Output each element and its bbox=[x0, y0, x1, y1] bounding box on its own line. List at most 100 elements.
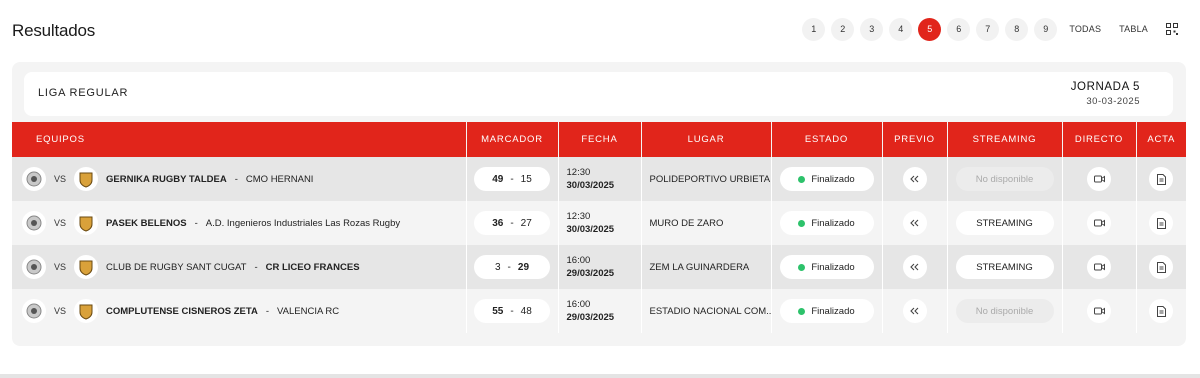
page-button-8[interactable]: 8 bbox=[1005, 17, 1029, 41]
status-cell: Finalizado bbox=[770, 201, 882, 245]
home-team-name[interactable]: PASEK BELENOS bbox=[106, 218, 187, 229]
match-venue: POLIDEPORTIVO URBIETA bbox=[649, 173, 771, 185]
video-camera-icon bbox=[1093, 175, 1105, 183]
live-video-button[interactable] bbox=[1087, 211, 1111, 235]
document-icon bbox=[1156, 305, 1166, 317]
col-header-estado: ESTADO bbox=[770, 122, 882, 157]
live-video-button[interactable] bbox=[1087, 299, 1111, 323]
double-chevron-left-icon bbox=[910, 219, 919, 227]
acta-document-button[interactable] bbox=[1149, 255, 1174, 279]
team-separator: - bbox=[194, 217, 198, 229]
page-button-3[interactable]: 3 bbox=[860, 17, 884, 41]
streaming-cell: No disponible bbox=[946, 157, 1062, 201]
match-time: 12:30 bbox=[566, 211, 591, 222]
preview-button[interactable] bbox=[902, 299, 927, 323]
teams-cell: VS COMPLUTENSE CISNEROS ZETA - VALENCIA … bbox=[12, 289, 466, 333]
acta-document-button[interactable] bbox=[1149, 299, 1174, 323]
versus-label: VS bbox=[54, 306, 67, 316]
page-button-6[interactable]: 6 bbox=[947, 17, 971, 41]
match-date: 30/03/2025 bbox=[566, 180, 615, 191]
col-header-streaming: STREAMING bbox=[946, 122, 1062, 157]
jornada-label: JORNADA 5 bbox=[1070, 81, 1140, 93]
document-icon bbox=[1156, 217, 1166, 229]
score-separator: - bbox=[510, 217, 514, 229]
score-pill: 36 - 27 bbox=[474, 211, 550, 235]
status-cell: Finalizado bbox=[770, 157, 882, 201]
preview-button[interactable] bbox=[902, 211, 927, 235]
round-pager: 1 2 3 4 5 6 7 8 9 TODAS TABLA bbox=[802, 17, 1183, 41]
home-score: 36 bbox=[492, 217, 504, 229]
page-button-7[interactable]: 7 bbox=[976, 17, 1000, 41]
away-team-name[interactable]: A.D. Ingenieros Industriales Las Rozas R… bbox=[206, 218, 400, 229]
home-team-logo-icon bbox=[22, 167, 46, 191]
score-separator: - bbox=[507, 261, 511, 273]
versus-label: VS bbox=[54, 262, 67, 272]
status-badge: Finalizado bbox=[779, 211, 874, 235]
score-cell: 49 - 15 bbox=[465, 157, 558, 201]
status-text: Finalizado bbox=[811, 173, 855, 185]
page-button-1[interactable]: 1 bbox=[802, 17, 826, 41]
page-title: Resultados bbox=[12, 21, 96, 40]
status-badge: Finalizado bbox=[779, 255, 874, 279]
status-text: Finalizado bbox=[811, 217, 855, 229]
score-separator: - bbox=[510, 305, 514, 317]
results-header: Resultados 1 2 3 4 5 6 7 8 9 TODAS TABLA bbox=[0, 0, 1200, 62]
home-team-logo-icon bbox=[22, 255, 46, 279]
streaming-button[interactable]: No disponible bbox=[955, 299, 1054, 323]
streaming-button[interactable]: STREAMING bbox=[955, 255, 1054, 279]
venue-cell: ESTADIO NACIONAL COM... bbox=[640, 289, 771, 333]
preview-cell bbox=[881, 289, 947, 333]
home-team-name[interactable]: GERNIKA RUGBY TALDEA bbox=[106, 174, 227, 185]
acta-cell bbox=[1135, 289, 1186, 333]
table-link[interactable]: TABLA bbox=[1113, 18, 1154, 41]
col-header-equipos: EQUIPOS bbox=[12, 122, 466, 157]
live-video-button[interactable] bbox=[1087, 255, 1111, 279]
venue-cell: MURO DE ZARO bbox=[640, 201, 771, 245]
home-team-name[interactable]: CLUB DE RUGBY SANT CUGAT bbox=[106, 262, 246, 273]
streaming-cell: No disponible bbox=[946, 289, 1062, 333]
col-header-lugar: LUGAR bbox=[640, 122, 771, 157]
home-score: 49 bbox=[492, 173, 504, 185]
page-button-2[interactable]: 2 bbox=[831, 17, 855, 41]
col-header-marcador: MARCADOR bbox=[465, 122, 558, 157]
preview-cell bbox=[881, 245, 947, 289]
qr-grid-icon[interactable] bbox=[1160, 18, 1183, 41]
live-cell bbox=[1061, 157, 1136, 201]
streaming-cell: STREAMING bbox=[946, 201, 1062, 245]
page-button-4[interactable]: 4 bbox=[889, 17, 913, 41]
preview-button[interactable] bbox=[902, 255, 927, 279]
live-video-button[interactable] bbox=[1087, 167, 1111, 191]
venue-cell: ZEM LA GUINARDERA bbox=[640, 245, 771, 289]
document-icon bbox=[1156, 173, 1166, 185]
away-team-name[interactable]: CR LICEO FRANCES bbox=[266, 262, 360, 273]
page-button-5-active[interactable]: 5 bbox=[918, 17, 942, 41]
acta-document-button[interactable] bbox=[1149, 211, 1174, 235]
away-score: 15 bbox=[520, 173, 532, 185]
home-team-logo-icon bbox=[22, 211, 46, 235]
league-info-box: LIGA REGULAR JORNADA 5 30-03-2025 bbox=[24, 72, 1173, 116]
col-header-fecha: FECHA bbox=[557, 122, 641, 157]
teams-cell: VS GERNIKA RUGBY TALDEA - CMO HERNANI bbox=[12, 157, 466, 201]
live-cell bbox=[1061, 289, 1136, 333]
versus-label: VS bbox=[54, 218, 67, 228]
score-cell: 3 - 29 bbox=[465, 245, 558, 289]
date-cell: 16:00 29/03/2025 bbox=[557, 289, 641, 333]
team-separator: - bbox=[254, 261, 258, 273]
page-button-9[interactable]: 9 bbox=[1034, 17, 1058, 41]
streaming-button[interactable]: STREAMING bbox=[955, 211, 1054, 235]
streaming-button[interactable]: No disponible bbox=[955, 167, 1054, 191]
status-dot-icon bbox=[798, 219, 806, 227]
home-team-name[interactable]: COMPLUTENSE CISNEROS ZETA bbox=[106, 306, 258, 317]
preview-button[interactable] bbox=[902, 167, 927, 191]
double-chevron-left-icon bbox=[910, 263, 919, 271]
jornada-info: JORNADA 5 30-03-2025 bbox=[1071, 81, 1140, 107]
all-rounds-link[interactable]: TODAS bbox=[1063, 18, 1107, 41]
away-team-name[interactable]: CMO HERNANI bbox=[246, 174, 314, 185]
acta-document-button[interactable] bbox=[1149, 167, 1174, 191]
date-cell: 16:00 29/03/2025 bbox=[557, 245, 641, 289]
match-row: VS GERNIKA RUGBY TALDEA - CMO HERNANI 49… bbox=[12, 157, 1186, 201]
status-badge: Finalizado bbox=[779, 299, 874, 323]
away-team-name[interactable]: VALENCIA RC bbox=[277, 306, 339, 317]
away-score: 27 bbox=[520, 217, 532, 229]
league-name: LIGA REGULAR bbox=[38, 87, 129, 99]
